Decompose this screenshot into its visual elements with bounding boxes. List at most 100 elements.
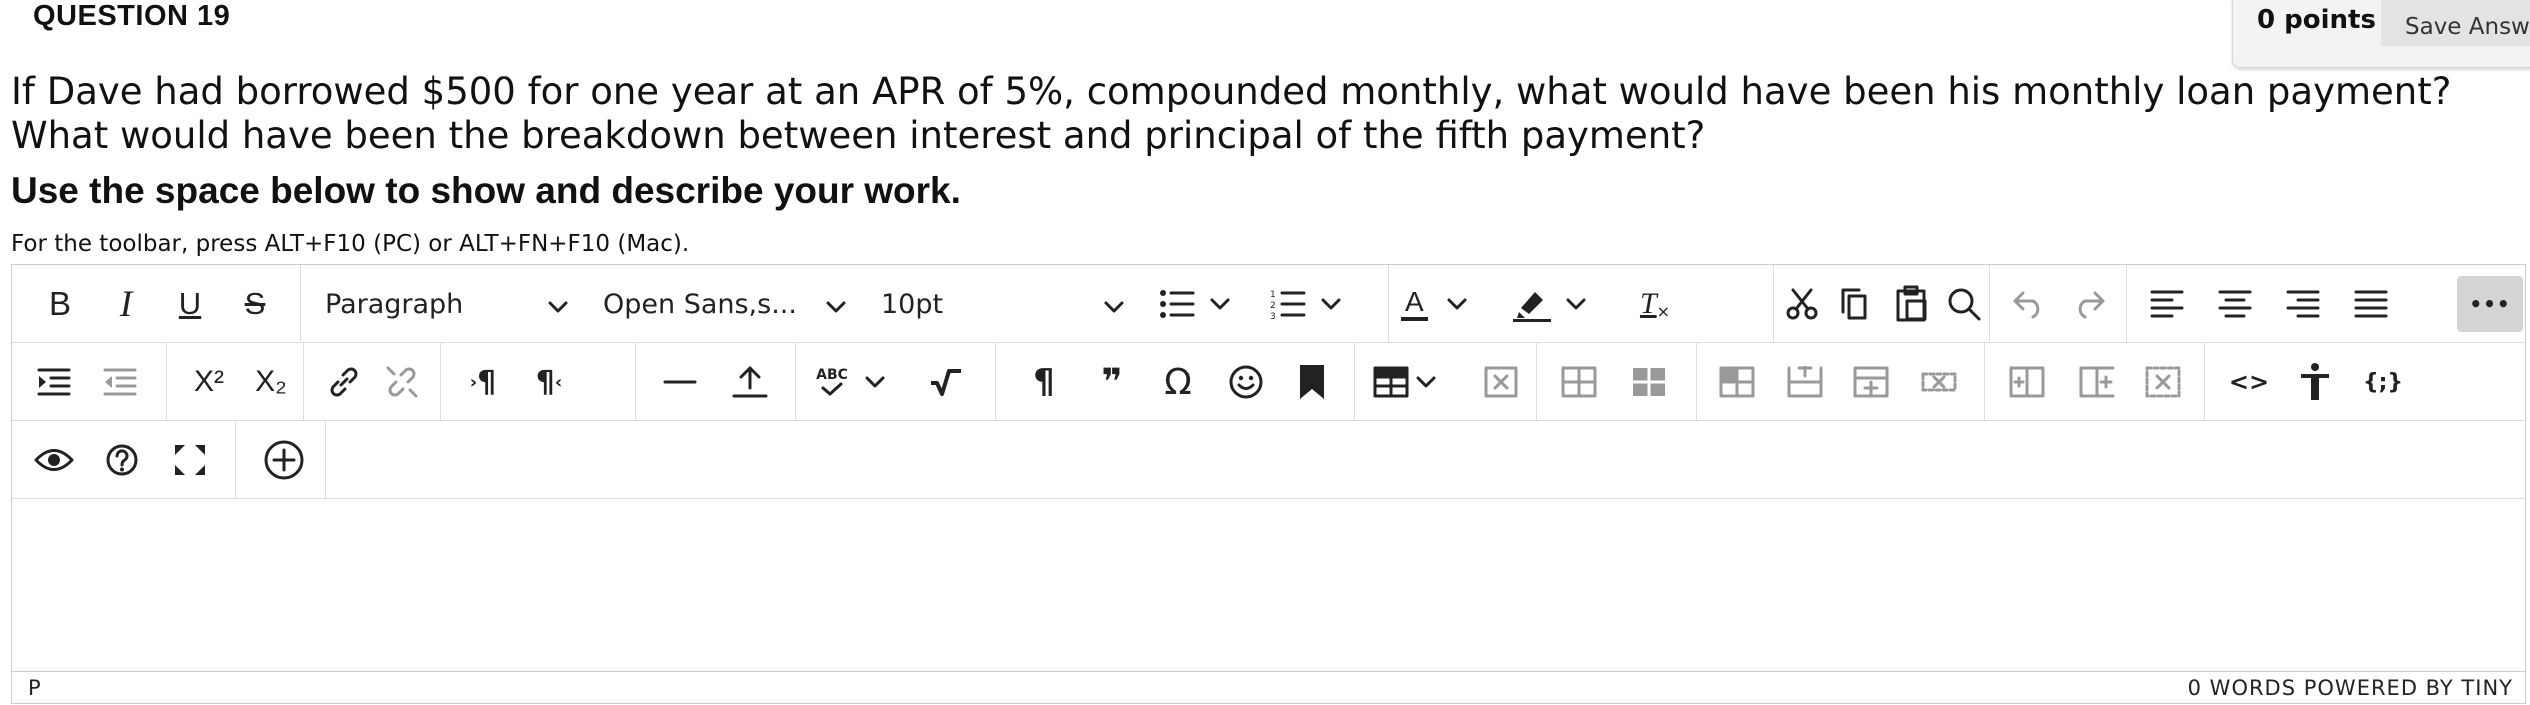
table-row-group [1537,343,1697,420]
fullscreen-button[interactable] [162,432,218,488]
word-count: 0 WORDS POWERED BY TINY [2187,676,2513,700]
insert-column-after-button[interactable] [2069,354,2125,410]
link-group [304,343,441,420]
blockquote-button[interactable]: ❞ [1084,354,1140,410]
code-group: <> {;} [2205,343,2527,420]
special-character-button[interactable]: Ω [1150,354,1206,410]
horizontal-line-icon [663,380,697,384]
font-color-button[interactable]: A [1401,276,1491,332]
font-family-dropdown[interactable]: Open Sans,s... [603,276,853,332]
direction-group: › ¶ ¶ ‹ [441,343,636,420]
insert-column-after-icon [2079,366,2115,398]
show-blocks-button[interactable]: ¶ [1016,354,1072,410]
page-break-icon [732,366,768,398]
horizontal-line-button[interactable] [652,354,708,410]
paste-button[interactable] [1884,276,1939,332]
indent-button[interactable] [26,354,82,410]
search-icon [1948,288,1980,321]
add-content-button[interactable] [256,432,312,488]
rtl-button[interactable]: ¶ ‹ [521,354,577,410]
strikethrough-button[interactable]: S [227,276,283,332]
insert-char-group: ¶ ❞ Ω [996,343,1355,420]
bullet-list-button[interactable] [1159,276,1249,332]
template-button[interactable]: {;} [2355,354,2411,410]
redo-icon [2078,291,2105,319]
underline-button[interactable]: U [162,276,218,332]
highlight-color-button[interactable] [1513,276,1603,332]
numbered-list-button[interactable]: 123 [1270,276,1360,332]
question-title: QUESTION 19 [33,0,231,32]
bookmark-icon [1300,365,1324,399]
table-split-button[interactable] [1709,354,1765,410]
cut-button[interactable] [1774,276,1829,332]
svg-text:3: 3 [1270,312,1276,321]
color-group: A T × [1389,265,1774,342]
math-editor-button[interactable] [918,354,974,410]
remove-link-button[interactable] [374,354,430,410]
spell-group: ABC [796,343,996,420]
format-dropdown-group: Paragraph Open Sans,s... 10pt 123 [301,265,1389,342]
align-right-button[interactable] [2275,276,2331,332]
clear-format-icon: T [1639,287,1657,320]
add-content-group [236,421,326,498]
find-replace-button[interactable] [1936,276,1991,332]
preview-button[interactable] [26,432,82,488]
table-cell-props-button[interactable] [1621,354,1677,410]
table-icon [1373,366,1409,398]
redo-button[interactable] [2062,276,2118,332]
align-justify-button[interactable] [2343,276,2399,332]
anchor-button[interactable] [1284,354,1340,410]
bold-button[interactable]: B [32,276,88,332]
save-answer-button[interactable]: Save Answe [2381,0,2530,46]
source-code-button[interactable]: <> [2221,354,2277,410]
delete-column-button[interactable] [2135,354,2191,410]
chevron-down-icon [1210,298,1230,310]
outdent-icon [103,368,137,396]
align-justify-icon [2354,290,2388,318]
help-icon [106,444,138,476]
spellcheck-button[interactable]: ABC [814,354,904,410]
superscript-button[interactable]: X² [181,354,237,410]
font-size-dropdown[interactable]: 10pt [881,276,1131,332]
align-center-button[interactable] [2207,276,2263,332]
copy-button[interactable] [1826,276,1881,332]
insert-row-after-button[interactable] [1843,354,1899,410]
toolbar-row-1: B I U S Paragraph Open Sans,s... 10pt 1 … [12,265,2525,343]
insert-row-after-icon [1853,366,1889,398]
ltr-button[interactable]: › ¶ [455,354,511,410]
numbered-list-icon: 123 [1270,290,1306,321]
delete-row-button[interactable] [1911,354,1967,410]
accessibility-checker-button[interactable] [2287,354,2343,410]
editor-status-bar: P 0 WORDS POWERED BY TINY [12,671,2525,705]
svg-text:1: 1 [1270,290,1276,300]
table-cell-icon [1633,368,1665,396]
help-button[interactable] [94,432,150,488]
insert-row-before-button[interactable] [1777,354,1833,410]
emoticons-button[interactable] [1218,354,1274,410]
block-format-dropdown[interactable]: Paragraph [325,276,575,332]
table-row-icon [1561,366,1597,398]
clear-formatting-button[interactable]: T × [1627,276,1683,332]
delete-table-icon [1484,366,1518,398]
italic-button[interactable]: I [98,276,154,332]
more-options-button[interactable]: ••• [2457,276,2523,332]
align-left-button[interactable] [2139,276,2195,332]
subscript-button[interactable]: X₂ [243,354,299,410]
toolbar-hint: For the toolbar, press ALT+F10 (PC) or A… [11,231,690,257]
insert-column-before-button[interactable] [1999,354,2055,410]
table-row-props-button[interactable] [1551,354,1607,410]
points-panel: 0 points Save Answe [2232,0,2530,68]
insert-column-before-icon [2009,366,2045,398]
eye-icon [34,449,74,471]
outdent-button[interactable] [92,354,148,410]
clipboard-group [1774,265,1990,342]
chevron-down-icon [1104,301,1124,313]
element-path[interactable]: P [28,676,41,700]
page-break-button[interactable] [722,354,778,410]
delete-table-button[interactable] [1473,354,1529,410]
table-button[interactable] [1373,354,1463,410]
text-style-group: B I U S [12,265,301,342]
table-group [1355,343,1537,420]
insert-link-button[interactable] [316,354,372,410]
undo-button[interactable] [2000,276,2056,332]
